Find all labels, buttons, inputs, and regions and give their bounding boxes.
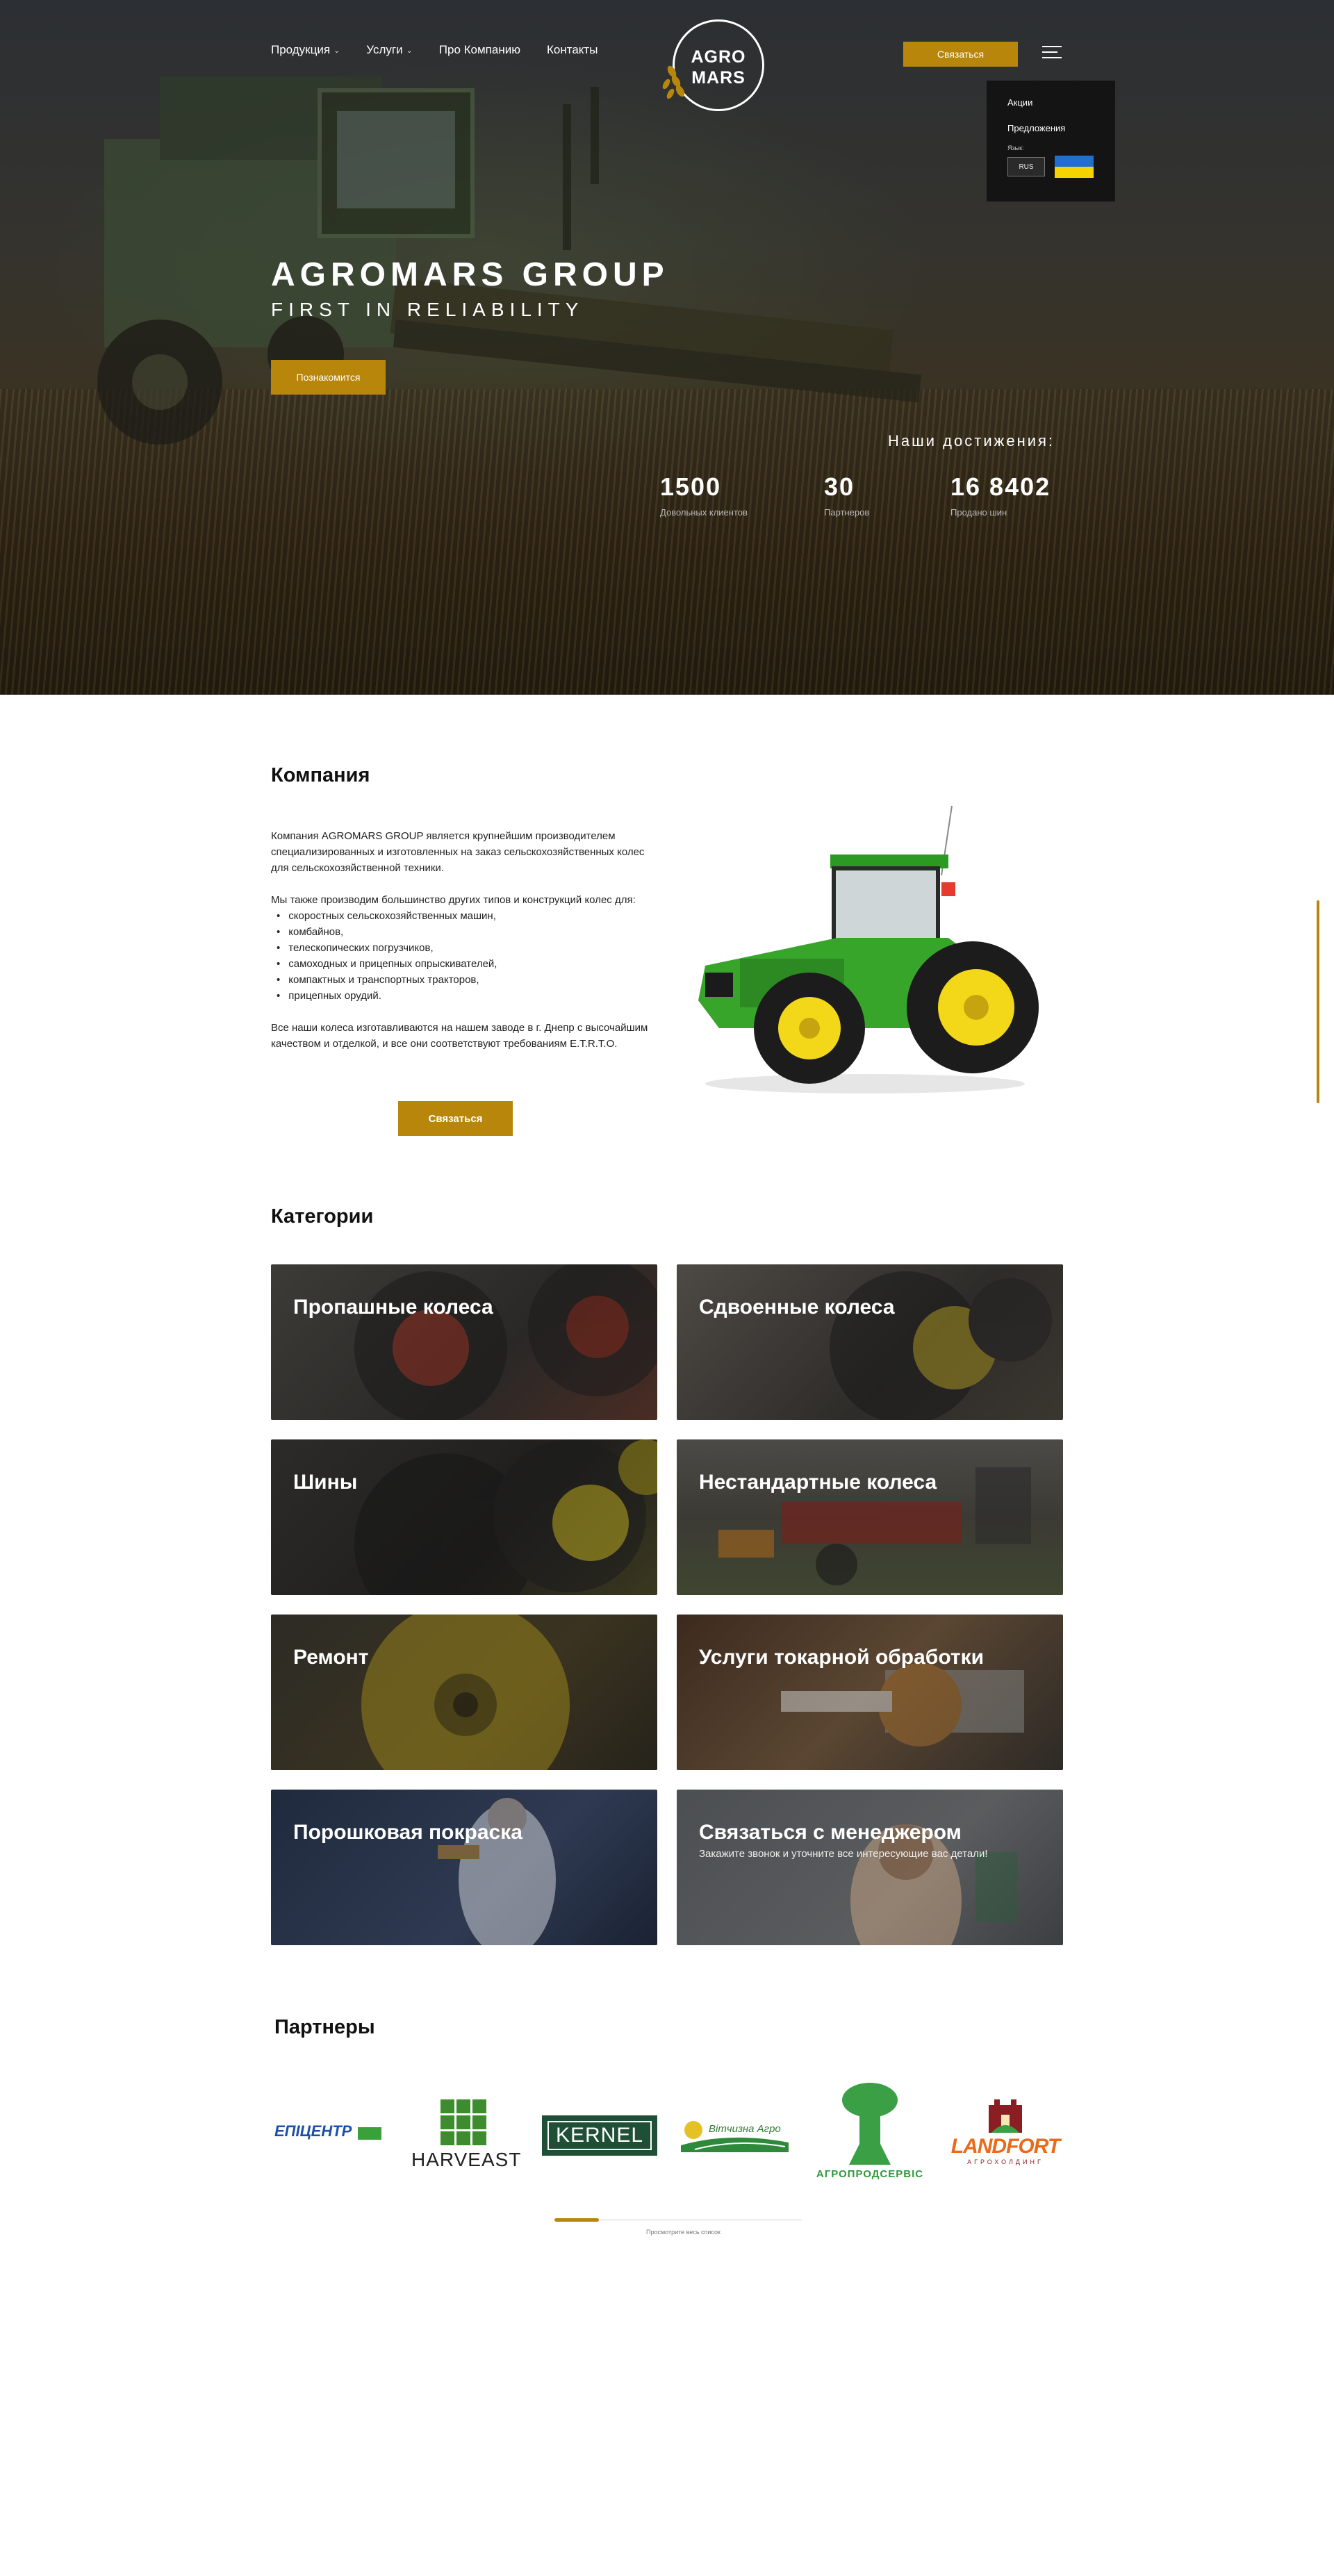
chevron-down-icon: ⌄ — [406, 46, 413, 55]
menu-item-promotions[interactable]: Акции — [1007, 97, 1094, 108]
menu-item-offers[interactable]: Предложения — [1007, 123, 1094, 133]
partner-logo-text: LANDFORT — [950, 2135, 1060, 2158]
company-intro: Компания AGROMARS GROUP является крупней… — [271, 830, 645, 874]
dual-wheels-photo — [830, 1271, 1052, 1420]
partner-logo-kernel[interactable]: KERNEL — [542, 2115, 657, 2156]
company-outro: Все наши колеса изготавливаются на нашем… — [271, 1022, 648, 1050]
list-item: компактных и транспортных тракторов, — [271, 972, 660, 988]
harveast-grid-icon — [440, 2099, 486, 2145]
category-title: Ремонт — [293, 1646, 369, 1669]
tires-photo — [354, 1439, 657, 1595]
company-contact-button[interactable]: Связаться — [398, 1101, 513, 1136]
tractor-image — [698, 805, 1039, 1093]
category-title: Связаться с менеджером — [699, 1821, 962, 1844]
partners-slider-label: Просмотрите весь список — [646, 2229, 720, 2236]
nav-about-label: Про Компанию — [438, 43, 520, 56]
category-title: Сдвоенные колеса — [699, 1296, 895, 1319]
partner-logo-landfort[interactable]: LANDFORT АГРОХОЛДИНГ — [946, 2091, 1064, 2178]
stat-label: Довольных клиентов — [660, 507, 748, 518]
achievements-title: Наши достижения: — [888, 432, 1055, 449]
partners-title: Партнеры — [274, 2016, 375, 2038]
stat-clients: 1500 Довольных клиентов — [660, 472, 748, 518]
category-card-turning-services[interactable]: Услуги токарной обработки — [677, 1615, 1063, 1770]
list-item: телескопических погрузчиков, — [271, 940, 660, 956]
wheat-sheaf-icon — [842, 2083, 898, 2165]
category-card-repair[interactable]: Ремонт — [271, 1615, 657, 1770]
stat-tires-sold: 16 8402 Продано шин — [950, 472, 1051, 518]
language-label: Язык: — [1007, 145, 1024, 151]
category-card-tires[interactable]: Шины — [271, 1439, 657, 1595]
wheel-types-list: скоростных сельскохозяйственных машин, к… — [271, 908, 660, 1004]
company-list-intro: Мы также производим большинство других т… — [271, 894, 636, 906]
chevron-down-icon: ⌄ — [334, 46, 340, 55]
nav-services-label: Услуги — [366, 43, 403, 56]
language-ru-button[interactable]: RUS — [1007, 157, 1045, 176]
site-logo[interactable]: AGRO MARS — [662, 19, 764, 111]
category-subtitle: Закажите звонок и уточните все интересую… — [699, 1848, 988, 1860]
nav-products-label: Продукция — [271, 43, 331, 56]
repair-photo — [361, 1615, 570, 1770]
categories-title: Категории — [271, 1205, 374, 1228]
category-title: Пропашные колеса — [293, 1296, 493, 1319]
stat-value: 1500 — [660, 472, 722, 501]
wheat-icon — [662, 65, 685, 99]
list-item: прицепных орудий. — [271, 988, 660, 1004]
hero-learn-more-button[interactable]: Познакомится — [271, 360, 386, 395]
header-contact-button[interactable]: Связаться — [903, 42, 1018, 67]
powder-coating-photo — [438, 1798, 556, 1945]
partners-slider-thumb[interactable] — [554, 2218, 599, 2222]
nav-contacts[interactable]: Контакты — [547, 43, 598, 57]
nav-about[interactable]: Про Компанию — [439, 43, 520, 57]
main-nav: Продукция ⌄ Услуги ⌄ Про Компанию Контакты — [271, 43, 624, 57]
partner-logo-text: KERNEL — [547, 2121, 652, 2150]
partner-logo-vitchyzna[interactable]: Вітчизна Агро — [681, 2117, 789, 2152]
partner-logo-text: HARVEAST — [411, 2149, 522, 2170]
partner-logo-subtext: АГРОХОЛДИНГ — [967, 2158, 1044, 2165]
list-item: комбайнов, — [271, 924, 660, 940]
hero-subtitle: FIRST IN RELIABILITY — [271, 299, 584, 320]
castle-icon — [989, 2099, 1022, 2133]
contact-manager-photo — [850, 1824, 1017, 1945]
partner-logo-text: ЕПІЦЕНТР — [274, 2122, 352, 2140]
category-card-powder-coating[interactable]: Порошковая покраска — [271, 1790, 657, 1945]
stat-partners: 30 Партнеров — [824, 472, 869, 518]
category-title: Шины — [293, 1471, 358, 1494]
ukraine-flag-icon[interactable] — [1055, 156, 1094, 178]
category-card-dual-wheels[interactable]: Сдвоенные колеса — [677, 1264, 1063, 1420]
company-description: Компания AGROMARS GROUP является крупней… — [271, 828, 660, 1068]
nav-products[interactable]: Продукция ⌄ — [271, 43, 340, 57]
hero-section: Продукция ⌄ Услуги ⌄ Про Компанию Контакты… — [0, 0, 1334, 695]
partner-logo-agroprodservis[interactable]: АГРОПРОДСЕРВІС — [814, 2083, 925, 2187]
stat-value: 16 8402 — [950, 472, 1051, 501]
turning-services-photo — [781, 1663, 1024, 1747]
nav-services[interactable]: Услуги ⌄ — [366, 43, 413, 57]
list-item: скоростных сельскохозяйственных машин, — [271, 908, 660, 924]
category-title: Нестандартные колеса — [699, 1471, 937, 1494]
stat-value: 30 — [824, 472, 855, 501]
hero-title: AGROMARS GROUP — [271, 256, 669, 293]
category-card-nonstandard-wheels[interactable]: Нестандартные колеса — [677, 1439, 1063, 1595]
category-title: Услуги токарной обработки — [699, 1646, 985, 1669]
epicentr-mark-icon — [357, 2127, 381, 2140]
category-card-contact-manager[interactable]: Связаться с менеджером Закажите звонок и… — [677, 1790, 1063, 1945]
partner-logo-harveast[interactable]: HARVEAST — [411, 2099, 522, 2170]
partner-logo-text: АГРОПРОДСЕРВІС — [816, 2168, 924, 2180]
row-wheels-photo — [354, 1264, 657, 1420]
company-title: Компания — [271, 764, 370, 786]
nonstandard-wheels-photo — [718, 1467, 1031, 1585]
nav-contacts-label: Контакты — [546, 43, 598, 56]
list-item: самоходных и прицепных опрыскивателей, — [271, 956, 660, 972]
category-card-row-wheels[interactable]: Пропашные колеса — [271, 1264, 657, 1420]
menu-icon[interactable] — [1042, 46, 1062, 61]
partner-logo-epicentr[interactable]: ЕПІЦЕНТР — [274, 2122, 382, 2149]
stat-label: Продано шин — [950, 507, 1007, 518]
scroll-indicator[interactable] — [1317, 900, 1319, 1103]
menu-dropdown: Акции Предложения Язык: RUS — [987, 81, 1115, 201]
stat-label: Партнеров — [824, 507, 870, 518]
partner-logo-text: Вітчизна Агро — [709, 2123, 781, 2135]
category-title: Порошковая покраска — [293, 1821, 522, 1844]
